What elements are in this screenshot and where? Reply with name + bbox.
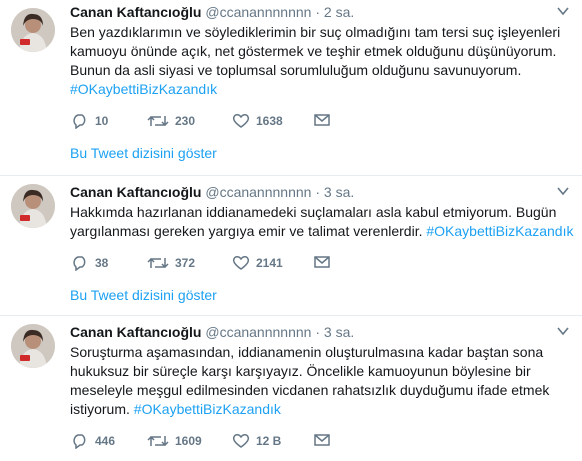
reply-count: 446 [95, 434, 116, 448]
timestamp[interactable]: 3 sa. [324, 184, 354, 200]
message-icon [314, 256, 330, 268]
avatar[interactable] [11, 184, 55, 228]
retweet-icon [147, 435, 169, 447]
retweet-count: 372 [175, 256, 196, 270]
author-name[interactable]: Canan Kaftancıoğlu [70, 324, 201, 340]
tweet-header: Canan Kaftancıoğlu @ccanannnnnnn · 3 sa. [70, 323, 574, 341]
tweet-actions: 38 372 2141 [70, 255, 574, 275]
message-button[interactable] [314, 113, 330, 127]
reply-icon [73, 114, 86, 129]
retweet-count: 1609 [175, 434, 202, 448]
message-icon [314, 114, 330, 126]
reply-icon [73, 434, 86, 449]
hashtag-link[interactable]: #OKaybettiBizKazandık [70, 81, 217, 97]
heart-icon [232, 434, 250, 448]
reply-count: 38 [95, 256, 109, 270]
tweet[interactable]: Canan Kaftancıoğlu @ccanannnnnnn · 3 sa.… [0, 316, 582, 461]
show-thread-link[interactable]: Bu Tweet dizisini göster [70, 145, 217, 161]
retweet-button[interactable]: 230 [147, 113, 195, 129]
hashtag-link[interactable]: #OKaybettiBizKazandık [426, 223, 573, 239]
like-count: 1638 [256, 114, 283, 128]
hashtag-link[interactable]: #OKaybettiBizKazandık [134, 401, 281, 417]
retweet-count: 230 [175, 114, 196, 128]
separator: · [315, 184, 320, 200]
timeline: Canan Kaftancıoğlu @ccanannnnnnn · 2 sa.… [0, 0, 582, 461]
tweet-text: Ben yazdıklarımın ve söylediklerimin bir… [70, 23, 574, 99]
chevron-down-icon[interactable] [556, 325, 570, 337]
reply-icon [73, 256, 86, 271]
heart-icon [232, 256, 250, 270]
separator: · [315, 4, 320, 20]
message-button[interactable] [314, 433, 330, 447]
tweet-body: Ben yazdıklarımın ve söylediklerimin bir… [70, 24, 561, 78]
retweet-button[interactable]: 372 [147, 255, 195, 271]
author-handle[interactable]: @ccanannnnnnn [205, 324, 311, 340]
separator: · [315, 324, 320, 340]
author-name[interactable]: Canan Kaftancıoğlu [70, 4, 201, 20]
heart-icon [232, 114, 250, 128]
chevron-down-icon[interactable] [556, 185, 570, 197]
reply-button[interactable]: 38 [71, 255, 108, 271]
like-count: 12 B [256, 434, 282, 448]
like-count: 2141 [256, 256, 283, 270]
reply-button[interactable]: 446 [71, 433, 115, 449]
message-icon [314, 434, 330, 446]
tweet-header: Canan Kaftancıoğlu @ccanannnnnnn · 3 sa. [70, 183, 574, 201]
like-button[interactable]: 2141 [232, 255, 283, 271]
tweet-actions: 10 230 1638 [70, 113, 574, 133]
author-handle[interactable]: @ccanannnnnnn [205, 4, 311, 20]
like-button[interactable]: 12 B [232, 433, 281, 449]
tweet[interactable]: Canan Kaftancıoğlu @ccanannnnnnn · 3 sa.… [0, 176, 582, 316]
avatar[interactable] [11, 8, 55, 52]
tweet-header: Canan Kaftancıoğlu @ccanannnnnnn · 2 sa. [70, 3, 574, 21]
tweet-actions: 446 1609 12 B [70, 433, 574, 453]
chevron-down-icon[interactable] [556, 5, 570, 17]
tweet[interactable]: Canan Kaftancıoğlu @ccanannnnnnn · 2 sa.… [0, 0, 582, 176]
tweet-text: Soruşturma aşamasından, iddianamenin olu… [70, 343, 574, 419]
retweet-icon [147, 257, 169, 269]
author-handle[interactable]: @ccanannnnnnn [205, 184, 311, 200]
reply-count: 10 [95, 114, 109, 128]
tweet-text: Hakkımda hazırlanan iddianamedeki suçlam… [70, 203, 574, 241]
avatar[interactable] [11, 324, 55, 368]
message-button[interactable] [314, 255, 330, 269]
show-thread-link[interactable]: Bu Tweet dizisini göster [70, 287, 217, 303]
timestamp[interactable]: 2 sa. [324, 4, 354, 20]
timestamp[interactable]: 3 sa. [324, 324, 354, 340]
reply-button[interactable]: 10 [71, 113, 108, 129]
like-button[interactable]: 1638 [232, 113, 283, 129]
author-name[interactable]: Canan Kaftancıoğlu [70, 184, 201, 200]
retweet-button[interactable]: 1609 [147, 433, 202, 449]
retweet-icon [147, 115, 169, 127]
